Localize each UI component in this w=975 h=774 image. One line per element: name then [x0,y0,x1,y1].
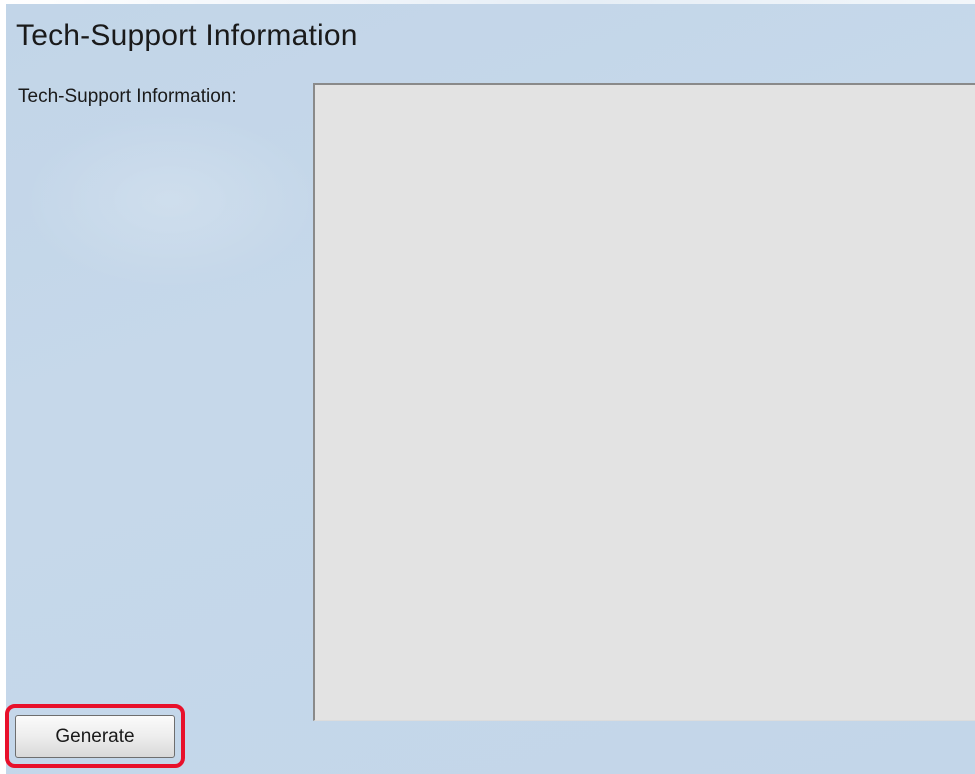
left-edge [0,0,6,774]
background-sheen [20,110,320,290]
top-edge [0,0,975,4]
generate-button[interactable]: Generate [15,715,175,758]
page-container: Tech-Support Information Tech-Support In… [0,0,975,774]
tech-support-information-textarea[interactable] [313,83,975,721]
tech-support-information-label: Tech-Support Information: [18,86,237,107]
page-title: Tech-Support Information [16,19,358,52]
